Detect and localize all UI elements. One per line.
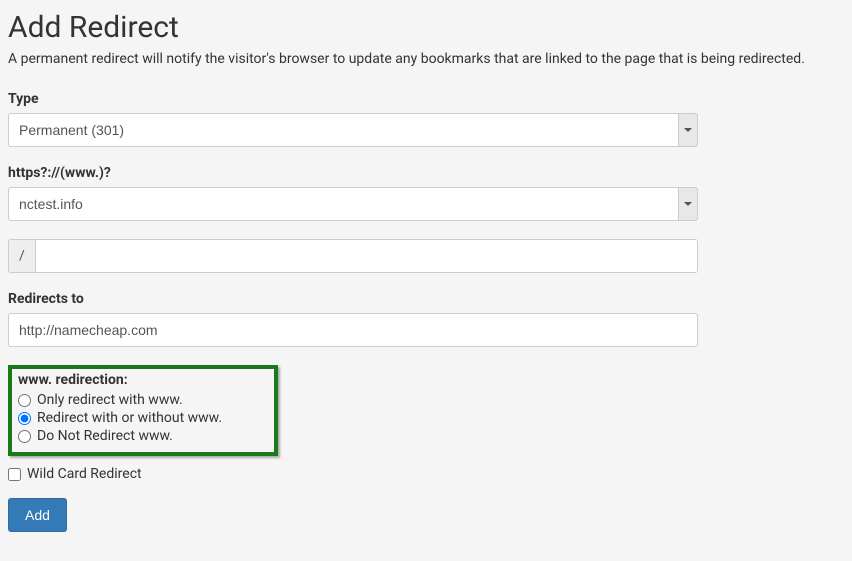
radio-only-www[interactable] xyxy=(18,394,31,407)
radio-with-without-www[interactable] xyxy=(18,412,31,425)
radio-no-www-label: Do Not Redirect www. xyxy=(37,428,173,444)
www-section-label: www. redirection: xyxy=(18,372,268,388)
domain-select[interactable]: nctest.info xyxy=(8,187,698,221)
www-redirection-section: www. redirection: Only redirect with www… xyxy=(8,365,278,456)
type-label: Type xyxy=(8,91,844,107)
radio-with-without-label: Redirect with or without www. xyxy=(37,410,222,426)
page-title: Add Redirect xyxy=(8,10,844,45)
radio-no-www[interactable] xyxy=(18,430,31,443)
page-description: A permanent redirect will notify the vis… xyxy=(8,51,844,67)
type-select[interactable]: Permanent (301) xyxy=(8,113,698,147)
wildcard-checkbox[interactable] xyxy=(8,468,21,481)
wildcard-label: Wild Card Redirect xyxy=(27,466,142,482)
path-prefix: / xyxy=(8,239,35,273)
redirects-label: Redirects to xyxy=(8,291,844,307)
redirects-input[interactable] xyxy=(8,313,698,347)
domain-label: https?://(www.)? xyxy=(8,165,844,181)
add-button[interactable]: Add xyxy=(8,498,67,532)
radio-only-www-label: Only redirect with www. xyxy=(37,392,183,408)
path-input[interactable] xyxy=(35,239,698,273)
